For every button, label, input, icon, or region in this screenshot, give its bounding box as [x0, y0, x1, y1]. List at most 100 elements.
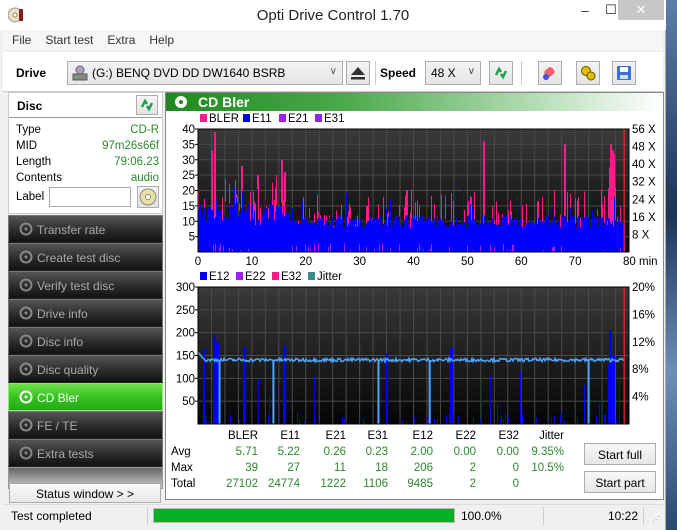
legend-swatch — [272, 272, 279, 280]
refresh-speed-button[interactable] — [489, 61, 513, 85]
toolbar: Drive (G:) BENQ DVD DD DW1640 BSRB ∨ Spe… — [3, 52, 663, 92]
menu-help[interactable]: Help — [140, 30, 179, 47]
stats-cell: 9.35% — [531, 446, 564, 458]
e11-bar — [506, 216, 507, 252]
e11-bar — [331, 218, 332, 252]
nav-item-create-test-disc[interactable]: Create test disc — [8, 243, 163, 271]
e11-bar — [212, 209, 213, 252]
e11-bar — [582, 217, 583, 252]
nav-item-cd-bler[interactable]: CD Bler — [8, 383, 163, 411]
e11-bar — [243, 220, 244, 252]
nav-item-disc-info[interactable]: Disc info — [8, 327, 163, 355]
e11-bar — [292, 208, 293, 252]
start-full-button[interactable]: Start full — [584, 443, 656, 465]
nav-item-extra-tests[interactable]: Extra tests — [8, 439, 163, 467]
refresh-icon — [140, 98, 154, 112]
e11-bar — [386, 208, 387, 252]
e11-bar — [607, 224, 608, 252]
stats-cell: 39 — [245, 462, 258, 474]
e11-bar — [304, 216, 305, 252]
e11-bar — [343, 227, 344, 252]
legend-swatch — [243, 114, 250, 122]
start-part-button[interactable]: Start part — [584, 471, 656, 493]
e11-bar — [516, 218, 517, 252]
e11-bar — [325, 222, 326, 252]
e11-bar — [307, 215, 308, 252]
disc-test-icon — [19, 334, 33, 348]
close-button[interactable]: ✕ — [618, 0, 664, 20]
save-button[interactable] — [612, 61, 636, 85]
e11-bar — [465, 223, 466, 252]
x-tick-label: 10 — [245, 256, 258, 268]
e11-bar — [266, 208, 267, 252]
menu-file[interactable]: File — [3, 30, 36, 47]
e21-bar — [430, 248, 431, 252]
e12-bar — [285, 345, 286, 424]
e11-bar — [456, 217, 457, 252]
e11-bar — [428, 217, 429, 252]
e12-bar — [458, 416, 459, 424]
legend-label: E22 — [245, 271, 265, 283]
speed-select[interactable]: 48 X ∨ — [425, 61, 481, 85]
eject-button[interactable] — [346, 61, 370, 85]
menu-extra[interactable]: Extra — [98, 30, 140, 47]
stats-cell: 2.00 — [410, 446, 433, 458]
e11-bar — [373, 215, 374, 252]
e11-bar — [477, 224, 478, 252]
e11-bar — [232, 207, 233, 252]
e11-bar — [355, 227, 356, 252]
nav-item-fe-te[interactable]: FE / TE — [8, 411, 163, 439]
nav-item-verify-test-disc[interactable]: Verify test disc — [8, 271, 163, 299]
y-tick-label: 25 — [182, 170, 195, 182]
e11-bar — [279, 219, 280, 252]
e12-bar — [501, 414, 502, 424]
e11-bar — [261, 213, 262, 252]
e11-bar — [387, 225, 388, 252]
stats-column-header: E22 — [455, 430, 476, 442]
e11-bar — [620, 221, 621, 252]
nav-item-transfer-rate[interactable]: Transfer rate — [8, 215, 163, 243]
nav-item-drive-info[interactable]: Drive info — [8, 299, 163, 327]
e11-bar — [267, 199, 268, 252]
e11-bar — [211, 210, 212, 252]
e12-bar — [520, 371, 521, 424]
e11-bar — [371, 220, 372, 252]
drive-value: (G:) BENQ DVD DD DW1640 BSRB — [92, 66, 286, 80]
e12-bar — [239, 419, 240, 424]
menu-start-test[interactable]: Start test — [36, 30, 98, 47]
e11-bar — [580, 227, 581, 252]
minimize-button[interactable]: ‒ — [572, 3, 598, 23]
disc-label-input[interactable] — [49, 187, 131, 207]
stats-column-header: E11 — [280, 430, 300, 442]
disc-label-button[interactable] — [137, 186, 159, 208]
nav-item-disc-quality[interactable]: Disc quality — [8, 355, 163, 383]
e11-bar — [459, 224, 460, 252]
e21-bar — [292, 246, 293, 252]
e11-bar — [592, 209, 593, 252]
nav-item-label: Disc info — [37, 335, 84, 349]
disc-value: 79:06.23 — [114, 156, 159, 168]
e11-bar — [231, 218, 232, 252]
drive-select[interactable]: (G:) BENQ DVD DD DW1640 BSRB ∨ — [67, 61, 343, 85]
e11-bar — [457, 225, 458, 252]
resize-grip-icon[interactable]: ⋰ — [652, 515, 660, 524]
e12-bar — [601, 400, 602, 424]
erase-button[interactable] — [538, 61, 562, 85]
e11-bar — [523, 226, 524, 252]
menu-bar: File Start test Extra Help — [3, 30, 663, 50]
status-window-button[interactable]: Status window > > — [9, 483, 161, 503]
e11-bar — [276, 205, 277, 252]
e11-bar — [271, 202, 272, 252]
disc-refresh-button[interactable] — [136, 95, 158, 115]
e11-bar — [389, 226, 390, 252]
e12-bar — [619, 374, 620, 424]
e12-bar — [481, 378, 482, 424]
settings-button[interactable] — [576, 61, 600, 85]
statusbar-divider — [543, 507, 544, 525]
e11-bar — [493, 218, 494, 252]
e11-bar — [200, 204, 201, 252]
e11-bar — [615, 219, 616, 252]
y-tick-label: 100 — [176, 373, 195, 385]
e21-bar — [494, 246, 495, 252]
e11-bar — [352, 220, 353, 252]
